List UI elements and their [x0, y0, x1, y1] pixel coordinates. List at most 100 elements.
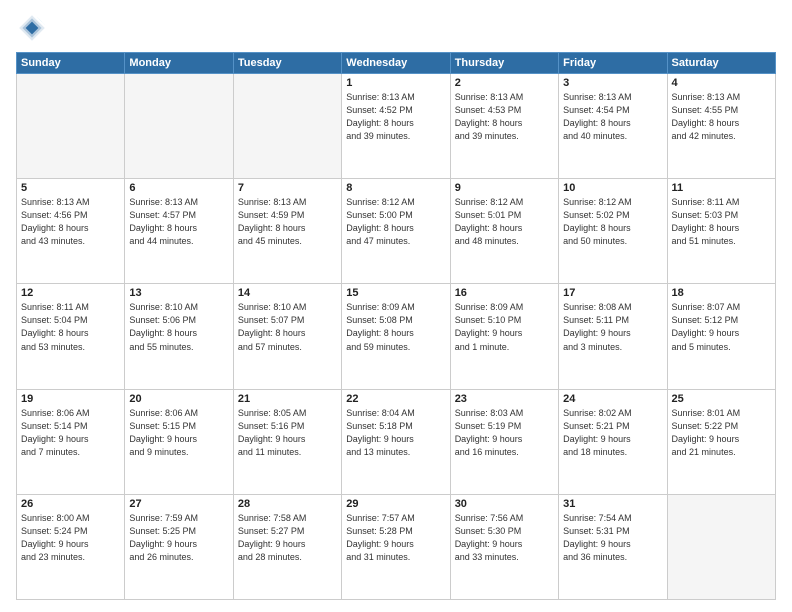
calendar-table: SundayMondayTuesdayWednesdayThursdayFrid…: [16, 52, 776, 600]
calendar-cell: [667, 494, 775, 599]
calendar-cell: 28 Sunrise: 7:58 AM Sunset: 5:27 PM Dayli…: [233, 494, 341, 599]
day-number: 12: [21, 287, 120, 299]
day-info: Sunrise: 7:56 AM Sunset: 5:30 PM Dayligh…: [455, 512, 554, 564]
day-info: Sunrise: 8:09 AM Sunset: 5:10 PM Dayligh…: [455, 301, 554, 353]
calendar-cell: 15Sunrise: 8:09 AM Sunset: 5:08 PM Dayli…: [342, 284, 450, 389]
day-number: 30: [455, 498, 554, 510]
calendar-cell: 17 Sunrise: 8:08 AM Sunset: 5:11 PM Dayli…: [559, 284, 667, 389]
day-info: Sunrise: 8:05 AM Sunset: 5:16 PM Dayligh…: [238, 407, 337, 459]
day-number: 13: [129, 287, 228, 299]
day-info: Sunrise: 8:12 AM Sunset: 5:01 PM Dayligh…: [455, 196, 554, 248]
day-info: Sunrise: 8:08 AM Sunset: 5:11 PM Dayligh…: [563, 301, 662, 353]
day-number: 25: [672, 393, 771, 405]
day-info: Sunrise: 8:10 AM Sunset: 5:06 PM Dayligh…: [129, 301, 228, 353]
calendar-cell: 6 Sunrise: 8:13 AM Sunset: 4:57 PM Daylig…: [125, 179, 233, 284]
day-number: 28: [238, 498, 337, 510]
day-info: Sunrise: 8:10 AM Sunset: 5:07 PM Dayligh…: [238, 301, 337, 353]
day-info: Sunrise: 8:13 AM Sunset: 4:55 PM Dayligh…: [672, 91, 771, 143]
calendar-cell: 14 Sunrise: 8:10 AM Sunset: 5:07 PM Dayli…: [233, 284, 341, 389]
day-info: Sunrise: 8:11 AM Sunset: 5:03 PM Dayligh…: [672, 196, 771, 248]
weekday-header-tuesday: Tuesday: [233, 53, 341, 74]
day-info: Sunrise: 8:12 AM Sunset: 5:00 PM Dayligh…: [346, 196, 445, 248]
calendar-cell: 27 Sunrise: 7:59 AM Sunset: 5:25 PM Dayli…: [125, 494, 233, 599]
day-number: 8: [346, 182, 445, 194]
day-number: 2: [455, 77, 554, 89]
calendar-cell: 20 Sunrise: 8:06 AM Sunset: 5:15 PM Dayli…: [125, 389, 233, 494]
calendar-cell: 24 Sunrise: 8:02 AM Sunset: 5:21 PM Dayli…: [559, 389, 667, 494]
logo-icon: [16, 12, 48, 44]
week-row-2: 12 Sunrise: 8:11 AM Sunset: 5:04 PM Dayli…: [17, 284, 776, 389]
day-info: Sunrise: 8:06 AM Sunset: 5:14 PM Dayligh…: [21, 407, 120, 459]
calendar-cell: 10 Sunrise: 8:12 AM Sunset: 5:02 PM Dayli…: [559, 179, 667, 284]
calendar-cell: 30 Sunrise: 7:56 AM Sunset: 5:30 PM Dayli…: [450, 494, 558, 599]
day-info: Sunrise: 8:12 AM Sunset: 5:02 PM Dayligh…: [563, 196, 662, 248]
day-info: Sunrise: 8:06 AM Sunset: 5:15 PM Dayligh…: [129, 407, 228, 459]
day-info: Sunrise: 7:59 AM Sunset: 5:25 PM Dayligh…: [129, 512, 228, 564]
day-info: Sunrise: 8:13 AM Sunset: 4:59 PM Dayligh…: [238, 196, 337, 248]
calendar-cell: 7 Sunrise: 8:13 AM Sunset: 4:59 PM Daylig…: [233, 179, 341, 284]
calendar-cell: 18Sunrise: 8:07 AM Sunset: 5:12 PM Dayli…: [667, 284, 775, 389]
calendar-cell: 23Sunrise: 8:03 AM Sunset: 5:19 PM Dayli…: [450, 389, 558, 494]
calendar-cell: 25 Sunrise: 8:01 AM Sunset: 5:22 PM Dayli…: [667, 389, 775, 494]
day-number: 7: [238, 182, 337, 194]
day-number: 18: [672, 287, 771, 299]
calendar-cell: 4 Sunrise: 8:13 AM Sunset: 4:55 PM Daylig…: [667, 74, 775, 179]
day-info: Sunrise: 8:13 AM Sunset: 4:54 PM Dayligh…: [563, 91, 662, 143]
header: [16, 12, 776, 44]
day-number: 20: [129, 393, 228, 405]
weekday-header-wednesday: Wednesday: [342, 53, 450, 74]
day-number: 23: [455, 393, 554, 405]
day-number: 29: [346, 498, 445, 510]
day-number: 26: [21, 498, 120, 510]
day-number: 4: [672, 77, 771, 89]
calendar-cell: 22Sunrise: 8:04 AM Sunset: 5:18 PM Dayli…: [342, 389, 450, 494]
day-number: 9: [455, 182, 554, 194]
week-row-1: 5 Sunrise: 8:13 AM Sunset: 4:56 PM Daylig…: [17, 179, 776, 284]
calendar-cell: 26 Sunrise: 8:00 AM Sunset: 5:24 PM Dayli…: [17, 494, 125, 599]
calendar-cell: 9 Sunrise: 8:12 AM Sunset: 5:01 PM Daylig…: [450, 179, 558, 284]
day-info: Sunrise: 7:57 AM Sunset: 5:28 PM Dayligh…: [346, 512, 445, 564]
day-number: 10: [563, 182, 662, 194]
calendar-cell: 29 Sunrise: 7:57 AM Sunset: 5:28 PM Dayli…: [342, 494, 450, 599]
week-row-4: 26 Sunrise: 8:00 AM Sunset: 5:24 PM Dayli…: [17, 494, 776, 599]
week-row-0: 1Sunrise: 8:13 AM Sunset: 4:52 PM Daylig…: [17, 74, 776, 179]
day-info: Sunrise: 8:13 AM Sunset: 4:56 PM Dayligh…: [21, 196, 120, 248]
weekday-header-monday: Monday: [125, 53, 233, 74]
day-info: Sunrise: 8:13 AM Sunset: 4:53 PM Dayligh…: [455, 91, 554, 143]
calendar-cell: [233, 74, 341, 179]
day-info: Sunrise: 7:58 AM Sunset: 5:27 PM Dayligh…: [238, 512, 337, 564]
week-row-3: 19Sunrise: 8:06 AM Sunset: 5:14 PM Dayli…: [17, 389, 776, 494]
day-info: Sunrise: 8:00 AM Sunset: 5:24 PM Dayligh…: [21, 512, 120, 564]
calendar-cell: [125, 74, 233, 179]
day-number: 17: [563, 287, 662, 299]
day-number: 24: [563, 393, 662, 405]
calendar-cell: 31Sunrise: 7:54 AM Sunset: 5:31 PM Dayli…: [559, 494, 667, 599]
page: SundayMondayTuesdayWednesdayThursdayFrid…: [0, 0, 792, 612]
calendar-cell: 1Sunrise: 8:13 AM Sunset: 4:52 PM Daylig…: [342, 74, 450, 179]
day-number: 14: [238, 287, 337, 299]
day-info: Sunrise: 8:02 AM Sunset: 5:21 PM Dayligh…: [563, 407, 662, 459]
day-info: Sunrise: 8:13 AM Sunset: 4:52 PM Dayligh…: [346, 91, 445, 143]
calendar-cell: [17, 74, 125, 179]
weekday-header-sunday: Sunday: [17, 53, 125, 74]
day-info: Sunrise: 8:01 AM Sunset: 5:22 PM Dayligh…: [672, 407, 771, 459]
calendar-cell: 8 Sunrise: 8:12 AM Sunset: 5:00 PM Daylig…: [342, 179, 450, 284]
day-number: 11: [672, 182, 771, 194]
calendar-cell: 16 Sunrise: 8:09 AM Sunset: 5:10 PM Dayli…: [450, 284, 558, 389]
logo: [16, 12, 52, 44]
day-number: 6: [129, 182, 228, 194]
day-number: 3: [563, 77, 662, 89]
calendar-cell: 11 Sunrise: 8:11 AM Sunset: 5:03 PM Dayli…: [667, 179, 775, 284]
calendar-cell: 3 Sunrise: 8:13 AM Sunset: 4:54 PM Daylig…: [559, 74, 667, 179]
day-info: Sunrise: 8:13 AM Sunset: 4:57 PM Dayligh…: [129, 196, 228, 248]
calendar-cell: 21Sunrise: 8:05 AM Sunset: 5:16 PM Dayli…: [233, 389, 341, 494]
day-number: 31: [563, 498, 662, 510]
calendar-cell: 12 Sunrise: 8:11 AM Sunset: 5:04 PM Dayli…: [17, 284, 125, 389]
day-number: 22: [346, 393, 445, 405]
day-number: 27: [129, 498, 228, 510]
weekday-header-row: SundayMondayTuesdayWednesdayThursdayFrid…: [17, 53, 776, 74]
day-info: Sunrise: 8:11 AM Sunset: 5:04 PM Dayligh…: [21, 301, 120, 353]
day-number: 5: [21, 182, 120, 194]
day-number: 16: [455, 287, 554, 299]
day-info: Sunrise: 8:09 AM Sunset: 5:08 PM Dayligh…: [346, 301, 445, 353]
